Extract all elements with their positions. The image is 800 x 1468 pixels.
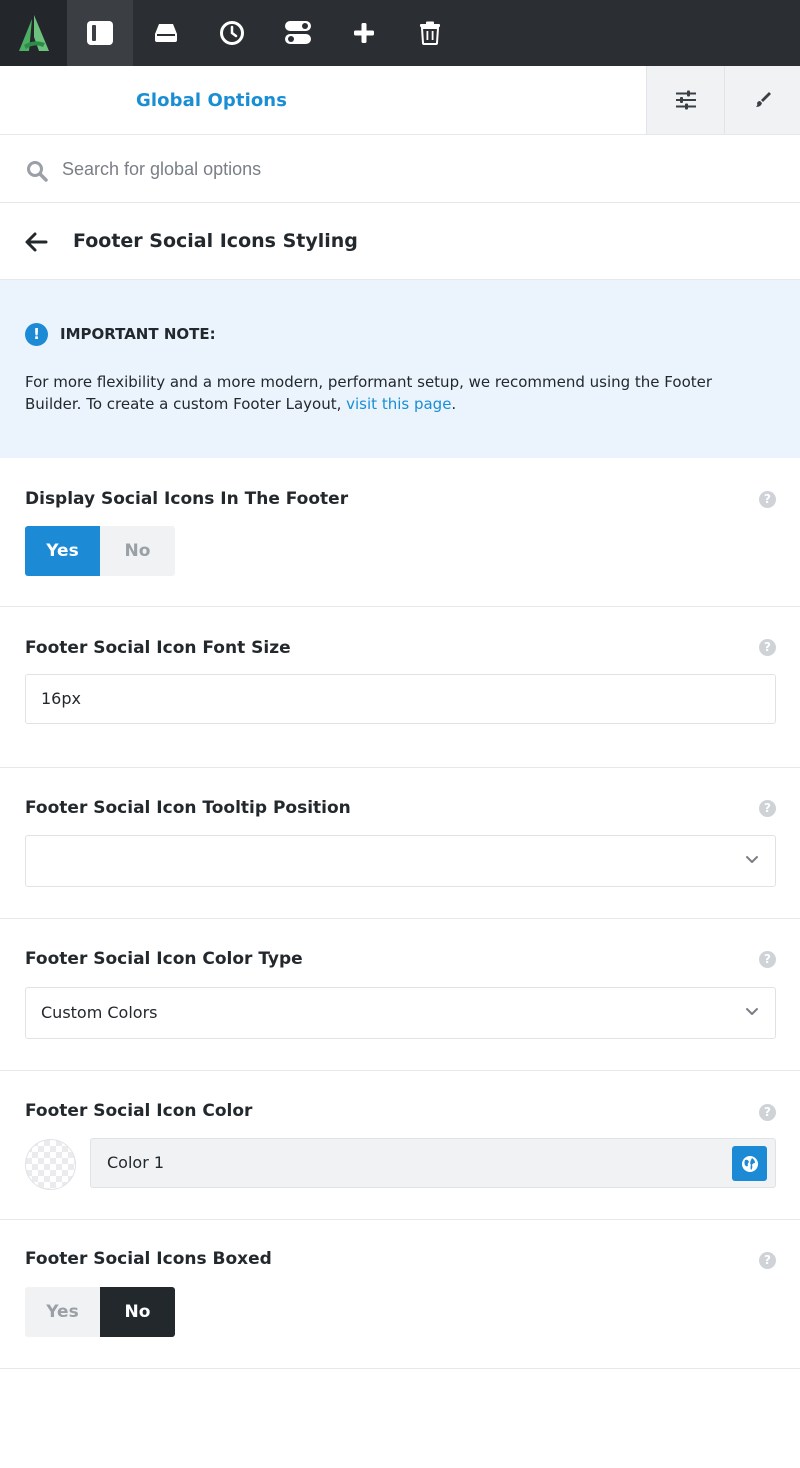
back-arrow-icon[interactable]: [24, 231, 48, 253]
history-clock-icon[interactable]: [199, 0, 265, 66]
globe-icon: [741, 1155, 758, 1172]
help-icon[interactable]: ?: [759, 1252, 776, 1269]
help-icon[interactable]: ?: [759, 1104, 776, 1121]
option-label: Footer Social Icon Color Type: [25, 949, 303, 969]
font-size-input[interactable]: 16px: [25, 674, 776, 724]
toggle-no-button[interactable]: No: [100, 1287, 175, 1337]
avada-logo-icon[interactable]: [0, 0, 67, 66]
toggle-no-button[interactable]: No: [100, 526, 175, 576]
options-header: Global Options: [0, 66, 800, 135]
section-title: Footer Social Icons Styling: [73, 230, 358, 252]
select-value: Custom Colors: [41, 1003, 158, 1022]
important-note: ! IMPORTANT NOTE: For more flexibility a…: [0, 280, 800, 458]
search-icon: [27, 161, 48, 182]
toggle-yes-button[interactable]: Yes: [25, 526, 100, 576]
note-text: For more flexibility and a more modern, …: [25, 371, 765, 415]
search-input[interactable]: [62, 149, 762, 189]
visit-page-link[interactable]: visit this page: [346, 395, 451, 413]
inbox-icon[interactable]: [133, 0, 199, 66]
help-icon[interactable]: ?: [759, 491, 776, 508]
sliders-button[interactable]: [646, 66, 724, 134]
tooltip-position-select[interactable]: [25, 835, 776, 887]
chevron-down-icon: [746, 856, 758, 863]
note-text-after: .: [451, 395, 457, 413]
color-swatch[interactable]: [25, 1139, 76, 1190]
toggles-icon[interactable]: [265, 0, 331, 66]
option-label: Footer Social Icon Tooltip Position: [25, 798, 351, 818]
section-header: Footer Social Icons Styling: [0, 203, 800, 280]
option-font-size: Footer Social Icon Font Size ? 16px: [0, 607, 800, 768]
option-color-type: Footer Social Icon Color Type ? Custom C…: [0, 919, 800, 1071]
option-label: Footer Social Icon Font Size: [25, 638, 291, 658]
page-title: Global Options: [136, 90, 288, 111]
help-icon[interactable]: ?: [759, 951, 776, 968]
option-tooltip-position: Footer Social Icon Tooltip Position ?: [0, 768, 800, 919]
brush-button[interactable]: [724, 66, 800, 134]
search-bar: [0, 135, 800, 203]
help-icon[interactable]: ?: [759, 639, 776, 656]
sliders-icon: [675, 90, 696, 110]
color-value: Color 1: [107, 1153, 165, 1172]
option-label: Display Social Icons In The Footer: [25, 489, 349, 509]
option-display-social-icons: Display Social Icons In The Footer ? Yes…: [0, 459, 800, 607]
option-icons-boxed: Footer Social Icons Boxed ? Yes No: [0, 1220, 800, 1369]
chevron-down-icon: [746, 1008, 758, 1015]
color-value-field[interactable]: Color 1: [90, 1138, 776, 1188]
sidebar-panel-icon[interactable]: [67, 0, 133, 66]
brush-icon: [755, 92, 771, 107]
note-title: IMPORTANT NOTE:: [60, 325, 216, 343]
color-type-select[interactable]: Custom Colors: [25, 987, 776, 1039]
yes-no-toggle: Yes No: [25, 526, 175, 576]
option-label: Footer Social Icon Color: [25, 1101, 253, 1121]
toggle-yes-button[interactable]: Yes: [25, 1287, 100, 1337]
info-icon: !: [25, 323, 48, 346]
option-icon-color: Footer Social Icon Color ? Color 1: [0, 1071, 800, 1220]
trash-icon[interactable]: [397, 0, 463, 66]
option-label: Footer Social Icons Boxed: [25, 1249, 272, 1269]
yes-no-toggle: Yes No: [25, 1287, 175, 1337]
global-color-button[interactable]: [732, 1146, 767, 1181]
top-toolbar: [0, 0, 800, 66]
plus-icon[interactable]: [331, 0, 397, 66]
help-icon[interactable]: ?: [759, 800, 776, 817]
